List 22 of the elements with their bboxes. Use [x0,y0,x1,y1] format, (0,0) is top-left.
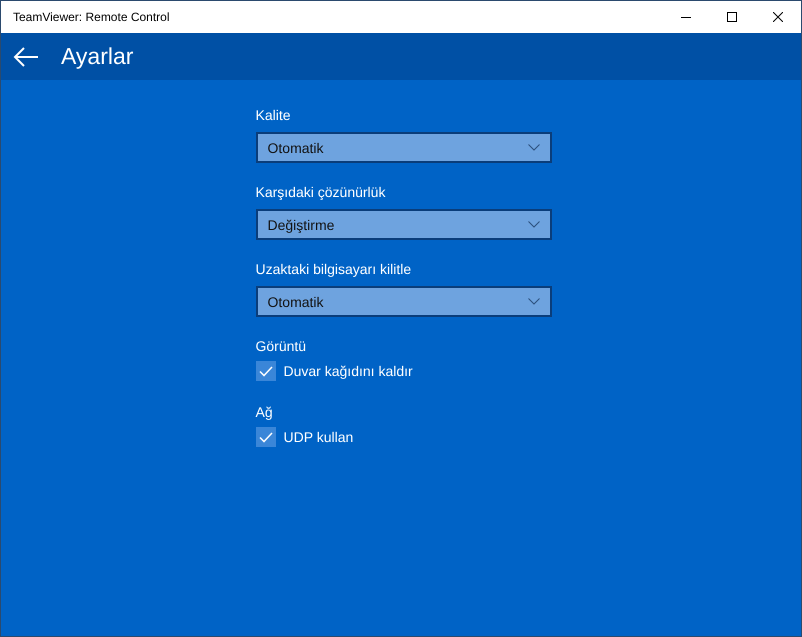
checkbox-label: UDP kullan [284,429,354,445]
chevron-down-icon [528,221,540,228]
section-label: Ağ [256,403,274,421]
setting-label: Kalite [256,106,292,124]
chevron-down-icon [528,144,540,151]
checkbox[interactable] [256,427,276,447]
back-arrow-icon [13,46,39,66]
page-title: Ayarlar [61,43,134,70]
checkmark-icon [258,366,272,376]
checkbox[interactable] [256,361,276,381]
setting-label: Uzaktaki bilgisayarı kilitle [256,260,412,278]
window-title: TeamViewer: Remote Control [13,10,171,24]
chevron-down-icon [528,298,540,305]
setting-label: Karşıdaki çözünürlük [256,183,386,201]
dropdown[interactable]: Otomatik [256,132,552,163]
dropdown[interactable]: Otomatik [256,286,552,317]
checkmark-icon [258,432,272,442]
checkbox-label: Duvar kağıdını kaldır [284,363,413,379]
close-icon [773,12,783,22]
maximize-icon [727,12,737,22]
dropdown[interactable]: Değiştirme [256,209,552,240]
section-label: Görüntü [256,337,308,355]
